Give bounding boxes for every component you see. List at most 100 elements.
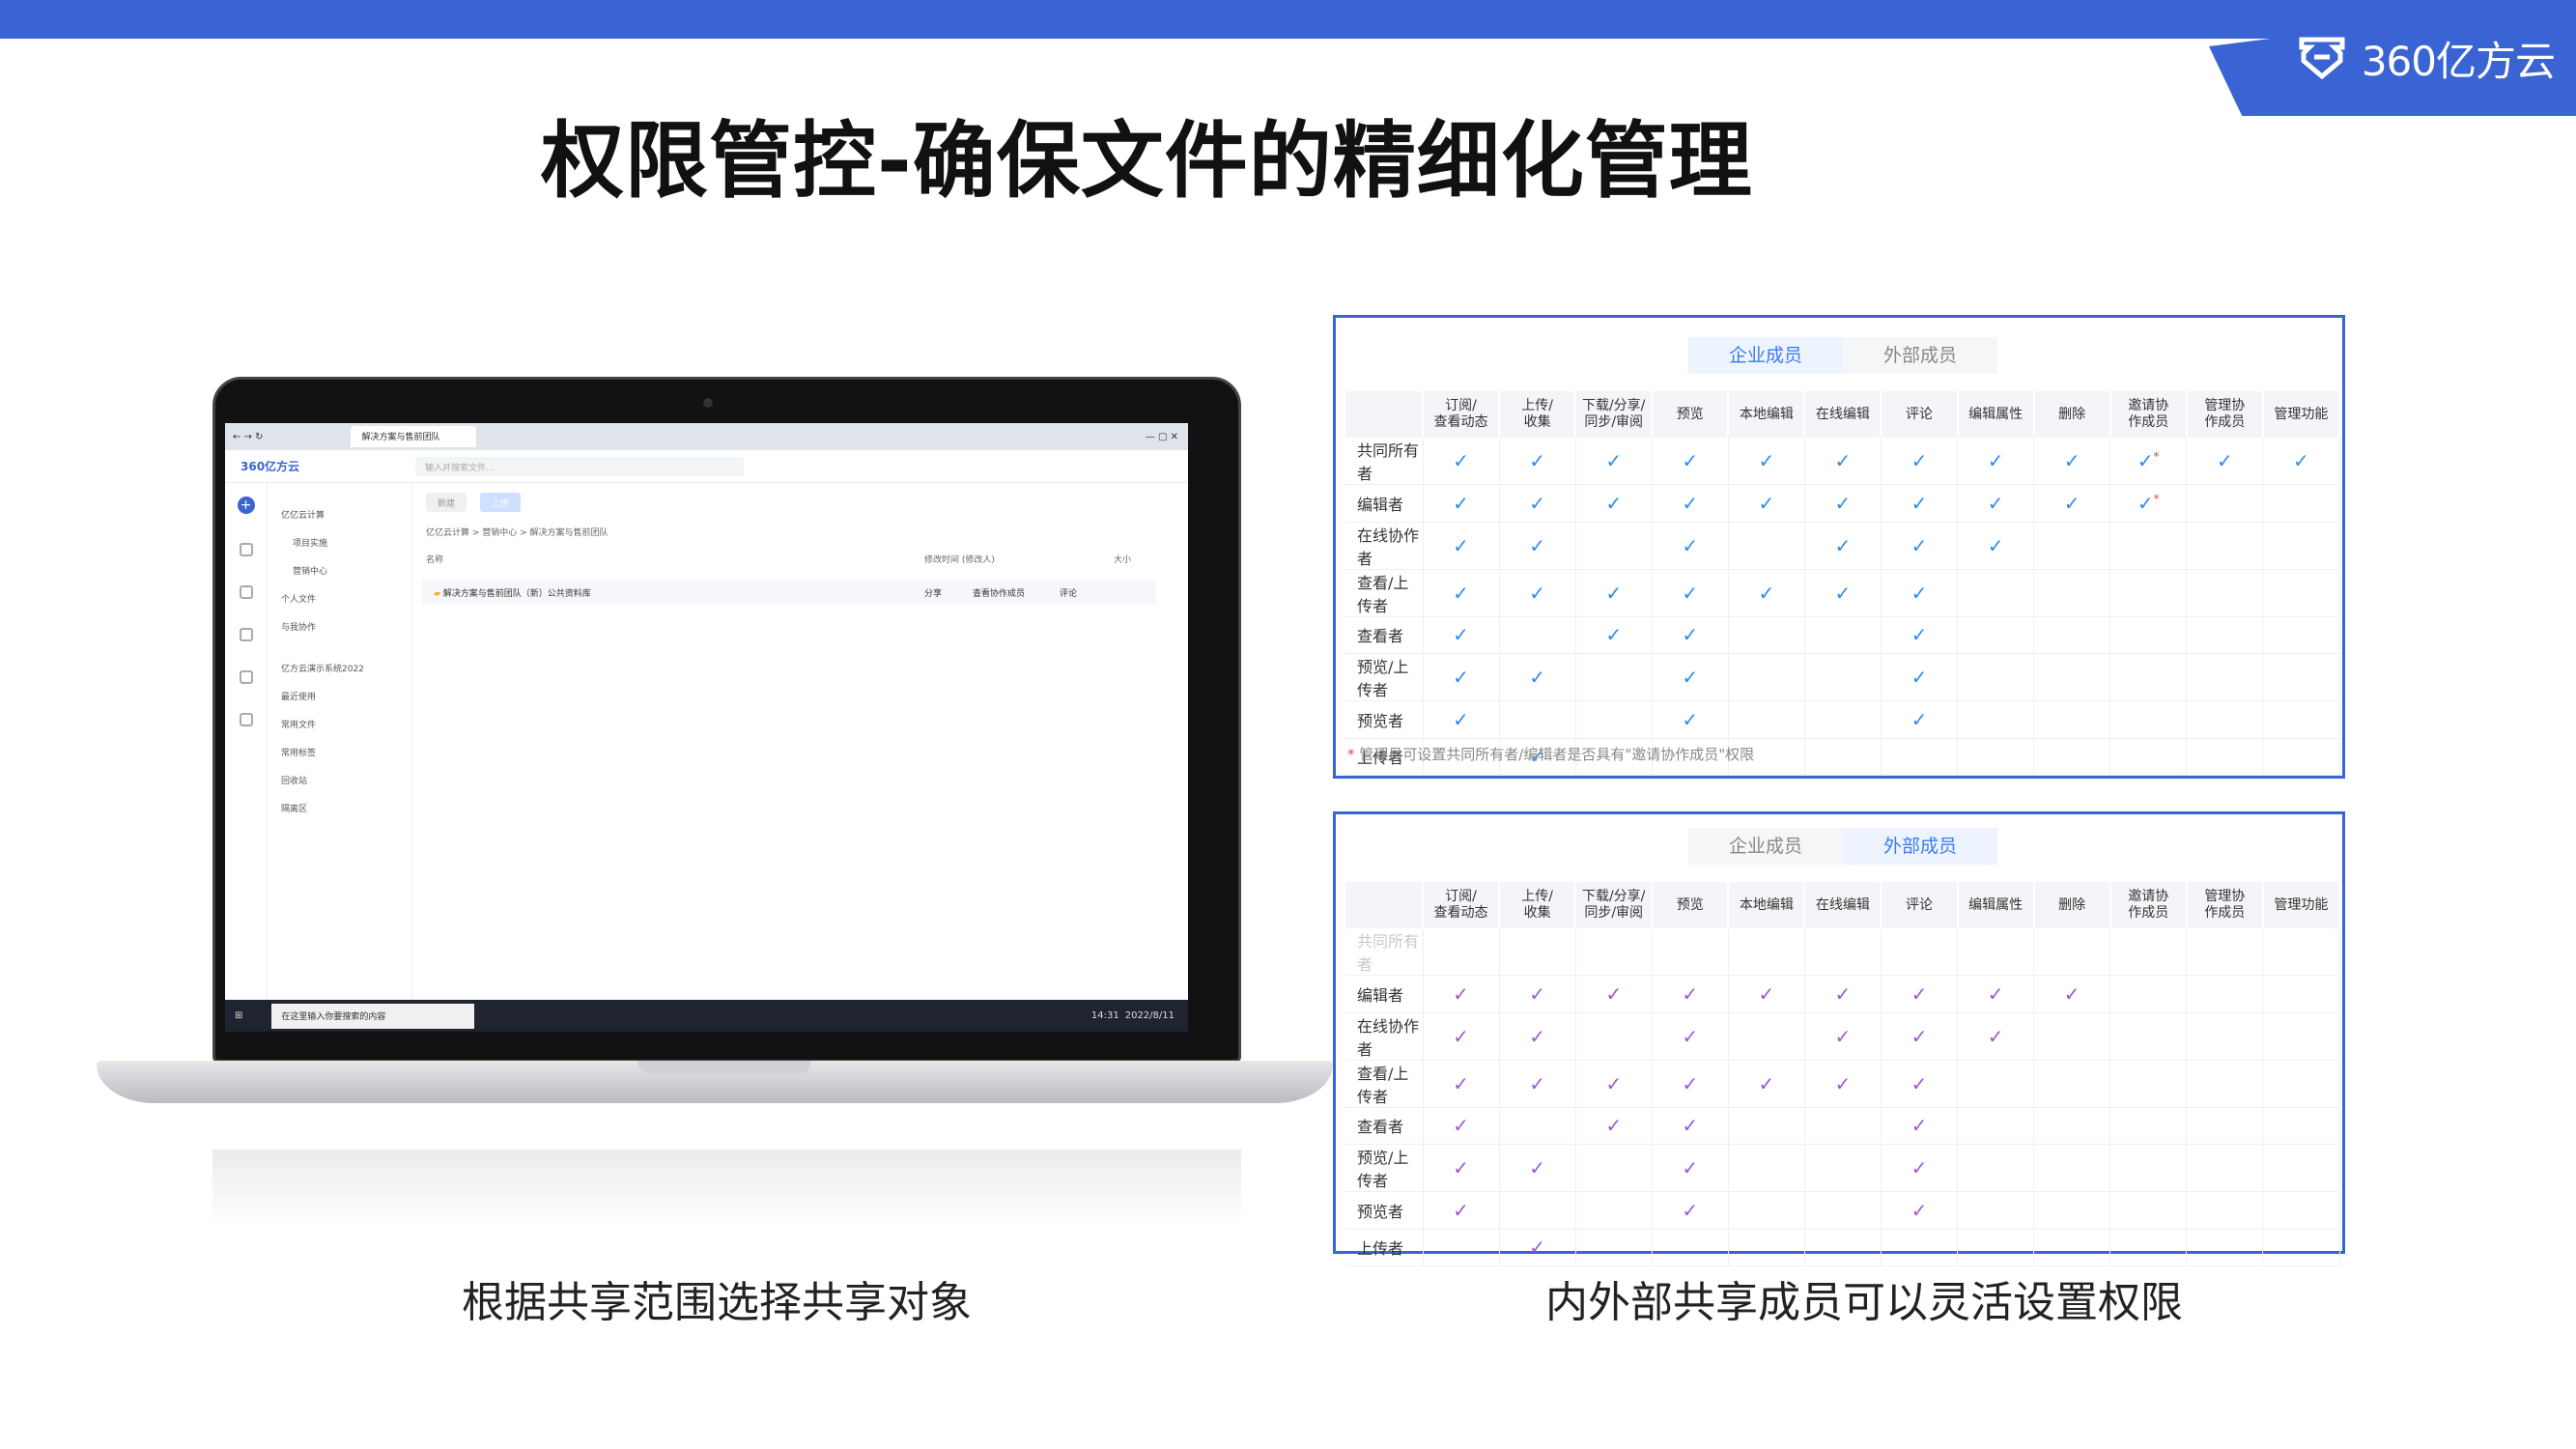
empty-cell	[2262, 1060, 2340, 1108]
check-mark: ✓	[1453, 1071, 1469, 1095]
sidebar-item[interactable]: 亿亿云计算	[268, 500, 411, 528]
message-icon[interactable]	[239, 670, 253, 684]
sidebar-item[interactable]: 回收站	[268, 766, 411, 794]
check-mark: ✓	[1682, 1024, 1699, 1048]
check-mark: ✓	[1605, 581, 1623, 605]
check-mark: ✓	[1453, 623, 1469, 647]
empty-cell	[1957, 1229, 2035, 1266]
check-mark: ✓	[1605, 981, 1623, 1006]
external-permissions-table: 订阅/ 查看动态 上传/ 收集 下载/分享/ 同步/审阅 预览 本地编辑 在线编辑 评论 编辑…	[1345, 882, 2341, 1266]
tab-internal[interactable]: 企业成员	[1688, 337, 1843, 374]
knowledge-icon[interactable]	[239, 713, 253, 726]
sidebar-item[interactable]: 常用标签	[268, 738, 411, 766]
empty-cell	[2186, 522, 2264, 570]
browser-tab[interactable]: 解决方案与售前团队	[350, 426, 476, 447]
empty-cell	[1881, 738, 1959, 776]
check-icon: ✓	[1957, 975, 2035, 1013]
tab-external[interactable]: 外部成员	[1843, 828, 1997, 865]
taskbar-search-input[interactable]: 在这里输入你要搜索的内容	[271, 1003, 475, 1029]
check-mark: ✓	[1529, 491, 1545, 515]
tab-internal[interactable]: 企业成员	[1688, 828, 1843, 865]
asterisk-mark: *	[2153, 449, 2160, 464]
share-button[interactable]: 分享	[924, 586, 942, 599]
sidebar-item[interactable]: 营销中心	[268, 556, 411, 584]
check-icon: ✓	[1804, 1060, 1882, 1108]
empty-cell	[1728, 1191, 1805, 1230]
sidebar-item[interactable]: 个人文件	[268, 584, 411, 612]
file-name[interactable]: 解决方案与售前团队（新）公共资料库	[443, 589, 591, 599]
table-row: 预览者 ✓ ✓ ✓	[1345, 1191, 2340, 1230]
empty-cell	[2109, 1012, 2188, 1061]
table-row[interactable]: ▰ 解决方案与售前团队（新）公共资料库 分享 查看协作成员 评论	[422, 580, 1156, 605]
sidebar-item[interactable]: 隔离区	[268, 794, 411, 822]
collaborators-button[interactable]: 查看协作成员	[973, 586, 1025, 599]
check-mark: ✓	[1453, 1156, 1469, 1179]
search-input[interactable]: 输入并搜索文件...	[415, 456, 745, 476]
empty-cell	[2109, 975, 2188, 1013]
sidebar-item[interactable]: 最近使用	[268, 682, 411, 710]
file-icon[interactable]	[239, 585, 253, 599]
tab-external[interactable]: 外部成员	[1843, 337, 1997, 374]
check-mark: ✓	[1911, 581, 1928, 605]
column-name-header[interactable]: 名称	[426, 553, 443, 565]
table-row: 编辑者 ✓ ✓ ✓ ✓ ✓ ✓ ✓ ✓ ✓	[1345, 975, 2340, 1013]
sidebar-item[interactable]: 项目实施	[268, 528, 411, 556]
windows-start-icon[interactable]: ⊞	[235, 1010, 242, 1021]
empty-cell	[2033, 1144, 2111, 1192]
check-mark: ✓	[1682, 623, 1699, 647]
check-mark: ✓	[1911, 707, 1928, 731]
brand-logo: 360亿方云	[2296, 29, 2556, 87]
add-icon[interactable]: +	[237, 497, 255, 514]
column-header: 预览	[1652, 882, 1730, 928]
folder-icon: ▰	[434, 589, 440, 599]
check-mark: ✓	[1453, 1024, 1469, 1048]
column-header: 订阅/ 查看动态	[1423, 882, 1501, 928]
empty-cell	[1423, 1229, 1500, 1266]
column-modified-header[interactable]: 修改时间 (修改人)	[924, 553, 995, 565]
empty-cell	[2033, 1191, 2111, 1230]
check-icon: ✓	[1499, 484, 1576, 523]
empty-cell	[2109, 1060, 2188, 1108]
role-label: 查看/上传者	[1345, 569, 1424, 617]
column-header: 评论	[1881, 882, 1959, 928]
breadcrumb[interactable]: 亿亿云计算 > 营销中心 > 解决方案与售前团队	[426, 526, 609, 538]
check-icon: ✓	[1804, 975, 1882, 1013]
check-mark: ✓	[1453, 1198, 1469, 1222]
window-controls-icon[interactable]: — ▢ ✕	[1146, 432, 1178, 442]
empty-cell	[2262, 975, 2340, 1013]
empty-cell	[1957, 700, 2035, 739]
table-row: 共同所有者 ✓ ✓ ✓ ✓ ✓ ✓ ✓ ✓ ✓ ✓* ✓ ✓	[1345, 438, 2340, 485]
empty-cell	[2186, 653, 2264, 701]
nav-arrows-icon[interactable]: ← → ↻	[233, 432, 264, 442]
check-icon: ✓	[1652, 1060, 1729, 1108]
column-size-header[interactable]: 大小	[1114, 553, 1131, 565]
check-mark: ✓	[1682, 666, 1699, 689]
home-icon[interactable]	[239, 543, 253, 556]
check-mark: ✓	[1529, 533, 1545, 557]
browser-tab-bar: ← → ↻ 解决方案与售前团队 — ▢ ✕	[225, 423, 1188, 450]
check-mark: ✓	[1911, 1071, 1928, 1095]
empty-cell	[1728, 1107, 1805, 1145]
check-mark: ✓	[1605, 449, 1623, 472]
app-logo: 360亿方云	[241, 460, 300, 473]
sidebar-item[interactable]: 常用文件	[268, 710, 411, 738]
sidebar-item[interactable]: 亿方云演示系统2022	[268, 654, 411, 682]
empty-cell	[2186, 1060, 2264, 1108]
sync-icon[interactable]	[239, 628, 253, 641]
check-icon: ✓	[1881, 975, 1959, 1013]
new-button[interactable]: 新建	[426, 493, 467, 512]
upload-button[interactable]: 上传	[480, 493, 522, 512]
column-header: 管理功能	[2262, 391, 2341, 438]
empty-cell	[2186, 1012, 2264, 1061]
empty-cell	[2262, 1144, 2340, 1192]
empty-cell	[2262, 569, 2340, 617]
check-mark: ✓	[1758, 1071, 1775, 1095]
role-label: 查看者	[1345, 616, 1424, 654]
check-mark: ✓	[1453, 707, 1469, 731]
sidebar-item[interactable]: 与我协作	[268, 612, 411, 640]
check-icon: ✓	[1804, 1012, 1882, 1061]
comment-button[interactable]: 评论	[1060, 586, 1077, 599]
column-header: 编辑属性	[1957, 882, 2035, 928]
empty-cell	[2109, 569, 2188, 617]
check-mark: ✓	[1529, 1156, 1545, 1179]
